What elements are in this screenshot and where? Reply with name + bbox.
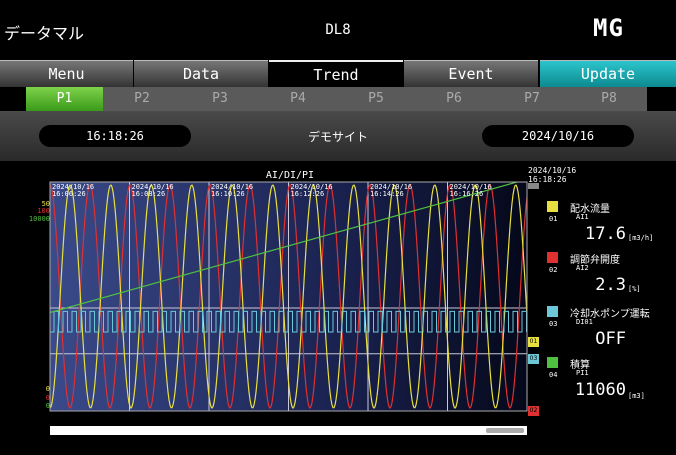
time-tick-label: 2024/10/16 16:10:26 — [211, 183, 254, 198]
y-min-label-2: 0 — [45, 394, 50, 402]
y-max-label-2: 100 — [37, 207, 50, 215]
y-max-label-3: 10000 — [28, 215, 50, 223]
scrollbar-thumb[interactable] — [486, 428, 524, 433]
cursor-marker[interactable] — [528, 183, 539, 189]
channel-04-value: 11060 — [574, 380, 626, 400]
time-tick-label: 2024/10/16 16:06:26 — [52, 183, 95, 198]
channel-01-swatch — [547, 201, 558, 212]
channel-02-unit: [%] — [628, 285, 641, 293]
channel-03-value: OFF — [595, 329, 626, 349]
time-tick-label: 2024/10/16 16:14:26 — [370, 183, 413, 198]
time-tick-label: 2024/10/16 16:16:26 — [449, 183, 492, 198]
channel-02-number: 02 — [549, 266, 558, 274]
channel-04-unit: [m3] — [628, 392, 645, 400]
time-scrollbar[interactable] — [50, 426, 527, 435]
channel-01-unit: [m3/h] — [628, 234, 654, 242]
time-tick-label: 2024/10/16 16:12:26 — [290, 183, 333, 198]
channel-01-tag: AI1 — [576, 213, 589, 221]
channel-03-number: 03 — [549, 320, 558, 328]
channel-03-swatch — [547, 306, 558, 317]
channel-04-tag: PI1 — [576, 369, 589, 377]
channel-01-value: 17.6 — [585, 224, 626, 244]
channel-04-number: 04 — [549, 371, 558, 379]
y-min-label-3: 0 — [45, 402, 50, 410]
time-tick-label: 2024/10/16 16:08:26 — [131, 183, 174, 198]
channel-02-value: 2.3 — [595, 275, 626, 295]
channel-03-tag: DI01 — [576, 318, 593, 326]
channel-02-swatch — [547, 252, 558, 263]
channel-01-number: 01 — [549, 215, 558, 223]
y-min-label-1: 0 — [45, 385, 50, 393]
end-marker-02: 02 — [528, 406, 539, 416]
channel-04-swatch — [547, 357, 558, 368]
channel-02-tag: AI2 — [576, 264, 589, 272]
end-marker-03: 03 — [528, 354, 539, 364]
end-marker-01: 01 — [528, 337, 539, 347]
